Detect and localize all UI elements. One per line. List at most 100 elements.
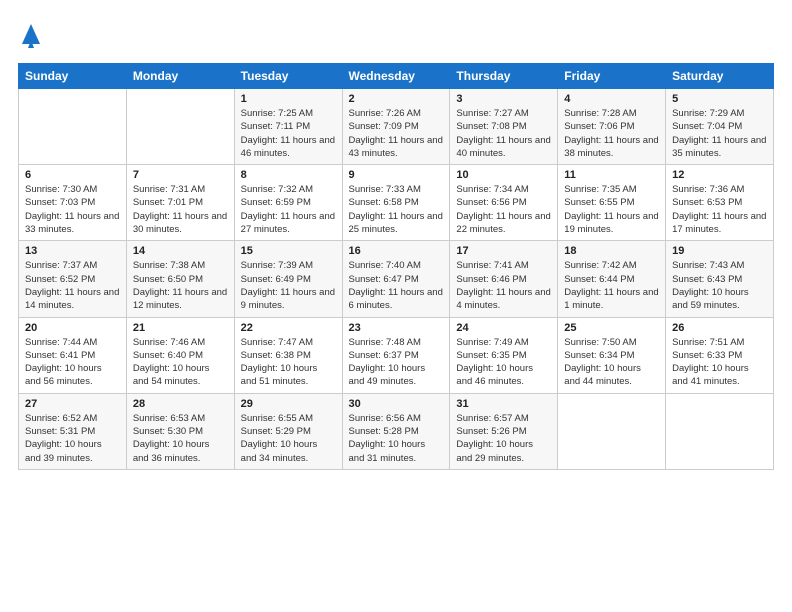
calendar-cell: 31 Sunrise: 6:57 AM Sunset: 5:26 PM Dayli… xyxy=(450,393,558,469)
logo xyxy=(18,18,42,53)
day-number: 10 xyxy=(456,169,551,181)
calendar-cell: 18 Sunrise: 7:42 AM Sunset: 6:44 PM Dayli… xyxy=(558,241,666,317)
calendar-week-2: 6Sunrise: 7:30 AM Sunset: 7:03 PM Daylig… xyxy=(19,165,774,241)
calendar-cell: 27 Sunrise: 6:52 AM Sunset: 5:31 PM Dayli… xyxy=(19,393,127,469)
day-info: Sunrise: 6:56 AM Sunset: 5:28 PM Dayligh… xyxy=(349,412,444,465)
day-info: Sunrise: 7:41 AM Sunset: 6:46 PM Dayligh… xyxy=(456,259,551,312)
weekday-header-wednesday: Wednesday xyxy=(342,64,450,89)
day-info: Sunrise: 7:42 AM Sunset: 6:44 PM Dayligh… xyxy=(564,259,659,312)
day-info: Sunrise: 7:38 AM Sunset: 6:50 PM Dayligh… xyxy=(133,259,228,312)
day-info: Sunrise: 7:36 AM Sunset: 6:53 PM Dayligh… xyxy=(672,183,767,236)
day-number: 7 xyxy=(133,169,228,181)
day-number: 23 xyxy=(349,322,444,334)
calendar-cell: 17 Sunrise: 7:41 AM Sunset: 6:46 PM Dayli… xyxy=(450,241,558,317)
calendar-cell: 5 Sunrise: 7:29 AM Sunset: 7:04 PM Daylig… xyxy=(666,89,774,165)
day-info: Sunrise: 7:26 AM Sunset: 7:09 PM Dayligh… xyxy=(349,107,444,160)
day-number: 3 xyxy=(456,93,551,105)
calendar-table: SundayMondayTuesdayWednesdayThursdayFrid… xyxy=(18,63,774,470)
calendar-week-5: 27 Sunrise: 6:52 AM Sunset: 5:31 PM Dayli… xyxy=(19,393,774,469)
calendar-week-3: 13 Sunrise: 7:37 AM Sunset: 6:52 PM Dayli… xyxy=(19,241,774,317)
day-number: 30 xyxy=(349,398,444,410)
day-number: 31 xyxy=(456,398,551,410)
logo-icon xyxy=(20,20,42,53)
calendar-cell: 16Sunrise: 7:40 AM Sunset: 6:47 PM Dayli… xyxy=(342,241,450,317)
weekday-header-saturday: Saturday xyxy=(666,64,774,89)
day-info: Sunrise: 6:52 AM Sunset: 5:31 PM Dayligh… xyxy=(25,412,120,465)
calendar-cell xyxy=(666,393,774,469)
calendar-cell: 15 Sunrise: 7:39 AM Sunset: 6:49 PM Dayli… xyxy=(234,241,342,317)
calendar-cell: 6Sunrise: 7:30 AM Sunset: 7:03 PM Daylig… xyxy=(19,165,127,241)
day-info: Sunrise: 7:44 AM Sunset: 6:41 PM Dayligh… xyxy=(25,336,120,389)
calendar-cell: 29 Sunrise: 6:55 AM Sunset: 5:29 PM Dayli… xyxy=(234,393,342,469)
day-number: 11 xyxy=(564,169,659,181)
day-number: 28 xyxy=(133,398,228,410)
calendar-cell: 22 Sunrise: 7:47 AM Sunset: 6:38 PM Dayli… xyxy=(234,317,342,393)
day-number: 8 xyxy=(241,169,336,181)
day-info: Sunrise: 7:33 AM Sunset: 6:58 PM Dayligh… xyxy=(349,183,444,236)
calendar-cell: 19Sunrise: 7:43 AM Sunset: 6:43 PM Dayli… xyxy=(666,241,774,317)
day-info: Sunrise: 7:39 AM Sunset: 6:49 PM Dayligh… xyxy=(241,259,336,312)
day-number: 26 xyxy=(672,322,767,334)
day-info: Sunrise: 7:50 AM Sunset: 6:34 PM Dayligh… xyxy=(564,336,659,389)
day-info: Sunrise: 7:31 AM Sunset: 7:01 PM Dayligh… xyxy=(133,183,228,236)
calendar-cell xyxy=(126,89,234,165)
day-number: 24 xyxy=(456,322,551,334)
calendar-cell: 13 Sunrise: 7:37 AM Sunset: 6:52 PM Dayli… xyxy=(19,241,127,317)
weekday-header-thursday: Thursday xyxy=(450,64,558,89)
calendar-cell: 24 Sunrise: 7:49 AM Sunset: 6:35 PM Dayli… xyxy=(450,317,558,393)
day-number: 21 xyxy=(133,322,228,334)
day-number: 19 xyxy=(672,245,767,257)
day-info: Sunrise: 7:27 AM Sunset: 7:08 PM Dayligh… xyxy=(456,107,551,160)
calendar-cell: 12 Sunrise: 7:36 AM Sunset: 6:53 PM Dayli… xyxy=(666,165,774,241)
day-info: Sunrise: 7:37 AM Sunset: 6:52 PM Dayligh… xyxy=(25,259,120,312)
day-number: 5 xyxy=(672,93,767,105)
day-number: 1 xyxy=(241,93,336,105)
day-info: Sunrise: 7:48 AM Sunset: 6:37 PM Dayligh… xyxy=(349,336,444,389)
day-number: 13 xyxy=(25,245,120,257)
calendar-week-1: 1 Sunrise: 7:25 AM Sunset: 7:11 PM Daylig… xyxy=(19,89,774,165)
day-number: 12 xyxy=(672,169,767,181)
header xyxy=(18,18,774,53)
day-info: Sunrise: 7:35 AM Sunset: 6:55 PM Dayligh… xyxy=(564,183,659,236)
day-info: Sunrise: 7:34 AM Sunset: 6:56 PM Dayligh… xyxy=(456,183,551,236)
weekday-header-sunday: Sunday xyxy=(19,64,127,89)
calendar-header-row: SundayMondayTuesdayWednesdayThursdayFrid… xyxy=(19,64,774,89)
day-number: 4 xyxy=(564,93,659,105)
weekday-header-friday: Friday xyxy=(558,64,666,89)
day-info: Sunrise: 7:25 AM Sunset: 7:11 PM Dayligh… xyxy=(241,107,336,160)
day-info: Sunrise: 6:57 AM Sunset: 5:26 PM Dayligh… xyxy=(456,412,551,465)
day-number: 25 xyxy=(564,322,659,334)
calendar-cell: 7 Sunrise: 7:31 AM Sunset: 7:01 PM Daylig… xyxy=(126,165,234,241)
calendar-cell: 10 Sunrise: 7:34 AM Sunset: 6:56 PM Dayli… xyxy=(450,165,558,241)
calendar-cell: 3 Sunrise: 7:27 AM Sunset: 7:08 PM Daylig… xyxy=(450,89,558,165)
day-info: Sunrise: 7:28 AM Sunset: 7:06 PM Dayligh… xyxy=(564,107,659,160)
weekday-header-monday: Monday xyxy=(126,64,234,89)
weekday-header-tuesday: Tuesday xyxy=(234,64,342,89)
day-info: Sunrise: 7:46 AM Sunset: 6:40 PM Dayligh… xyxy=(133,336,228,389)
calendar-cell xyxy=(19,89,127,165)
day-info: Sunrise: 7:32 AM Sunset: 6:59 PM Dayligh… xyxy=(241,183,336,236)
calendar-cell: 30 Sunrise: 6:56 AM Sunset: 5:28 PM Dayli… xyxy=(342,393,450,469)
calendar-cell: 11 Sunrise: 7:35 AM Sunset: 6:55 PM Dayli… xyxy=(558,165,666,241)
calendar-week-4: 20 Sunrise: 7:44 AM Sunset: 6:41 PM Dayli… xyxy=(19,317,774,393)
day-info: Sunrise: 6:55 AM Sunset: 5:29 PM Dayligh… xyxy=(241,412,336,465)
day-number: 15 xyxy=(241,245,336,257)
day-number: 20 xyxy=(25,322,120,334)
calendar-cell: 14Sunrise: 7:38 AM Sunset: 6:50 PM Dayli… xyxy=(126,241,234,317)
day-info: Sunrise: 7:49 AM Sunset: 6:35 PM Dayligh… xyxy=(456,336,551,389)
day-info: Sunrise: 7:29 AM Sunset: 7:04 PM Dayligh… xyxy=(672,107,767,160)
day-number: 2 xyxy=(349,93,444,105)
calendar-cell: 1 Sunrise: 7:25 AM Sunset: 7:11 PM Daylig… xyxy=(234,89,342,165)
day-info: Sunrise: 7:47 AM Sunset: 6:38 PM Dayligh… xyxy=(241,336,336,389)
day-number: 6 xyxy=(25,169,120,181)
day-number: 16 xyxy=(349,245,444,257)
day-number: 29 xyxy=(241,398,336,410)
day-number: 18 xyxy=(564,245,659,257)
day-info: Sunrise: 6:53 AM Sunset: 5:30 PM Dayligh… xyxy=(133,412,228,465)
day-number: 27 xyxy=(25,398,120,410)
calendar-cell: 26 Sunrise: 7:51 AM Sunset: 6:33 PM Dayli… xyxy=(666,317,774,393)
day-number: 17 xyxy=(456,245,551,257)
day-number: 22 xyxy=(241,322,336,334)
day-info: Sunrise: 7:51 AM Sunset: 6:33 PM Dayligh… xyxy=(672,336,767,389)
calendar-cell xyxy=(558,393,666,469)
